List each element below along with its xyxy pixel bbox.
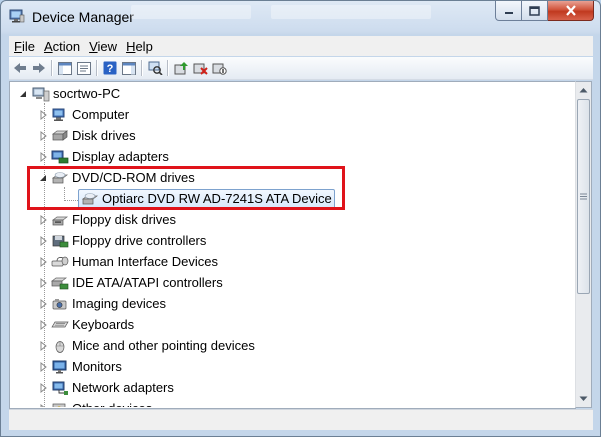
menu-help[interactable]: Help xyxy=(121,39,157,54)
scan-hardware-icon xyxy=(148,61,163,75)
expand-arrow-icon xyxy=(40,319,47,330)
tree-node-mice-and-pointing-devices[interactable]: Mice and other pointing devices xyxy=(38,335,255,356)
svg-text:?: ? xyxy=(107,63,114,75)
expand-arrow-icon xyxy=(40,235,47,246)
floppy-disk-icon xyxy=(51,212,69,228)
toolbar: ? xyxy=(9,57,593,80)
device-manager-window: Device Manager File Action View Help ? s… xyxy=(0,0,601,437)
device-tree[interactable]: socrtwo-PC Computer Disk drives Display … xyxy=(9,81,576,409)
expand-arrow-icon xyxy=(40,340,47,351)
expand-arrow-icon xyxy=(40,382,47,393)
action-pane-button[interactable] xyxy=(121,60,137,76)
scan-hardware-button[interactable] xyxy=(147,60,163,76)
caption-buttons xyxy=(495,1,594,21)
update-driver-button[interactable] xyxy=(173,60,189,76)
display-adapter-icon xyxy=(51,149,69,165)
ide-controller-icon xyxy=(51,275,69,291)
tree-node-human-interface-devices[interactable]: Human Interface Devices xyxy=(38,251,218,272)
scroll-down-arrow-icon xyxy=(579,396,588,401)
menu-view[interactable]: View xyxy=(84,39,121,54)
root-label: socrtwo-PC xyxy=(53,86,121,101)
update-driver-icon xyxy=(174,62,188,75)
tree-node-monitors[interactable]: Monitors xyxy=(38,356,122,377)
back-icon xyxy=(14,63,26,73)
other-devices-icon: ? xyxy=(51,401,69,407)
window-title: Device Manager xyxy=(32,9,134,25)
scroll-thumb[interactable] xyxy=(577,99,590,294)
scroll-down-button[interactable] xyxy=(576,391,591,407)
tree-root[interactable]: socrtwo-PC xyxy=(18,83,120,104)
expand-arrow-icon xyxy=(40,130,47,141)
keyboard-icon xyxy=(51,317,69,333)
hid-icon xyxy=(51,254,69,270)
tree-node-computer[interactable]: Computer xyxy=(38,104,129,125)
tree-node-display-adapters[interactable]: Display adapters xyxy=(38,146,169,167)
floppy-controller-icon xyxy=(51,233,69,249)
properties-button[interactable] xyxy=(76,60,92,76)
help-icon: ? xyxy=(103,61,117,75)
minimize-button[interactable] xyxy=(495,1,522,21)
toolbar-separator xyxy=(167,60,169,76)
expand-arrow-icon xyxy=(40,109,47,120)
status-bar xyxy=(9,409,593,430)
network-adapter-icon xyxy=(51,380,69,396)
scroll-up-arrow-icon xyxy=(579,88,588,93)
imaging-device-icon xyxy=(51,296,69,312)
back-button[interactable] xyxy=(12,60,28,76)
help-button[interactable]: ? xyxy=(102,60,118,76)
title-bar[interactable]: Device Manager xyxy=(1,1,600,33)
menu-action[interactable]: Action xyxy=(39,39,84,54)
uninstall-icon xyxy=(193,63,208,75)
monitor-icon xyxy=(51,359,69,375)
uninstall-button[interactable] xyxy=(192,60,208,76)
properties-icon xyxy=(77,61,91,75)
tree-node-imaging-devices[interactable]: Imaging devices xyxy=(38,293,166,314)
tree-node-keyboards[interactable]: Keyboards xyxy=(38,314,134,335)
expand-arrow-icon xyxy=(40,361,47,372)
collapse-arrow-icon xyxy=(20,90,26,97)
mouse-icon xyxy=(51,338,69,354)
maximize-icon xyxy=(529,5,540,16)
show-hide-console-tree-button[interactable] xyxy=(57,60,73,76)
scroll-grip-icon xyxy=(580,193,587,200)
red-highlight-annotation xyxy=(27,166,345,210)
toolbar-separator xyxy=(96,60,98,76)
computer-root-icon xyxy=(32,86,50,102)
close-icon xyxy=(565,5,576,16)
disable-button[interactable] xyxy=(211,60,227,76)
minimize-icon xyxy=(504,11,513,14)
expand-arrow-icon xyxy=(40,151,47,162)
expand-arrow-icon xyxy=(40,256,47,267)
scroll-up-button[interactable] xyxy=(576,82,591,98)
computer-icon xyxy=(51,107,69,123)
tree-node-ide-ata-atapi-controllers[interactable]: IDE ATA/ATAPI controllers xyxy=(38,272,223,293)
tree-node-disk-drives[interactable]: Disk drives xyxy=(38,125,136,146)
background-tab-ghost xyxy=(271,5,431,19)
vertical-scrollbar[interactable] xyxy=(575,81,592,408)
device-manager-app-icon xyxy=(9,9,25,23)
forward-button[interactable] xyxy=(31,60,47,76)
close-button[interactable] xyxy=(548,1,594,21)
tree-node-floppy-disk-drives[interactable]: Floppy disk drives xyxy=(38,209,176,230)
background-tab-ghost xyxy=(131,5,251,19)
maximize-button[interactable] xyxy=(522,1,548,21)
tree-node-network-adapters[interactable]: Network adapters xyxy=(38,377,174,398)
toolbar-separator xyxy=(141,60,143,76)
menu-file[interactable]: File xyxy=(9,39,39,54)
disk-drive-icon xyxy=(51,128,69,144)
expand-arrow-icon xyxy=(40,214,47,225)
toolbar-separator xyxy=(51,60,53,76)
show-hide-console-tree-icon xyxy=(58,61,72,75)
tree-node-other-devices[interactable]: ? Other devices xyxy=(38,398,152,407)
forward-icon xyxy=(33,63,45,73)
tree-node-floppy-drive-controllers[interactable]: Floppy drive controllers xyxy=(38,230,206,251)
menu-bar: File Action View Help xyxy=(9,36,593,56)
expand-arrow-icon xyxy=(40,277,47,288)
expand-arrow-icon xyxy=(40,298,47,309)
action-pane-icon xyxy=(122,61,136,75)
disable-icon xyxy=(212,63,227,75)
